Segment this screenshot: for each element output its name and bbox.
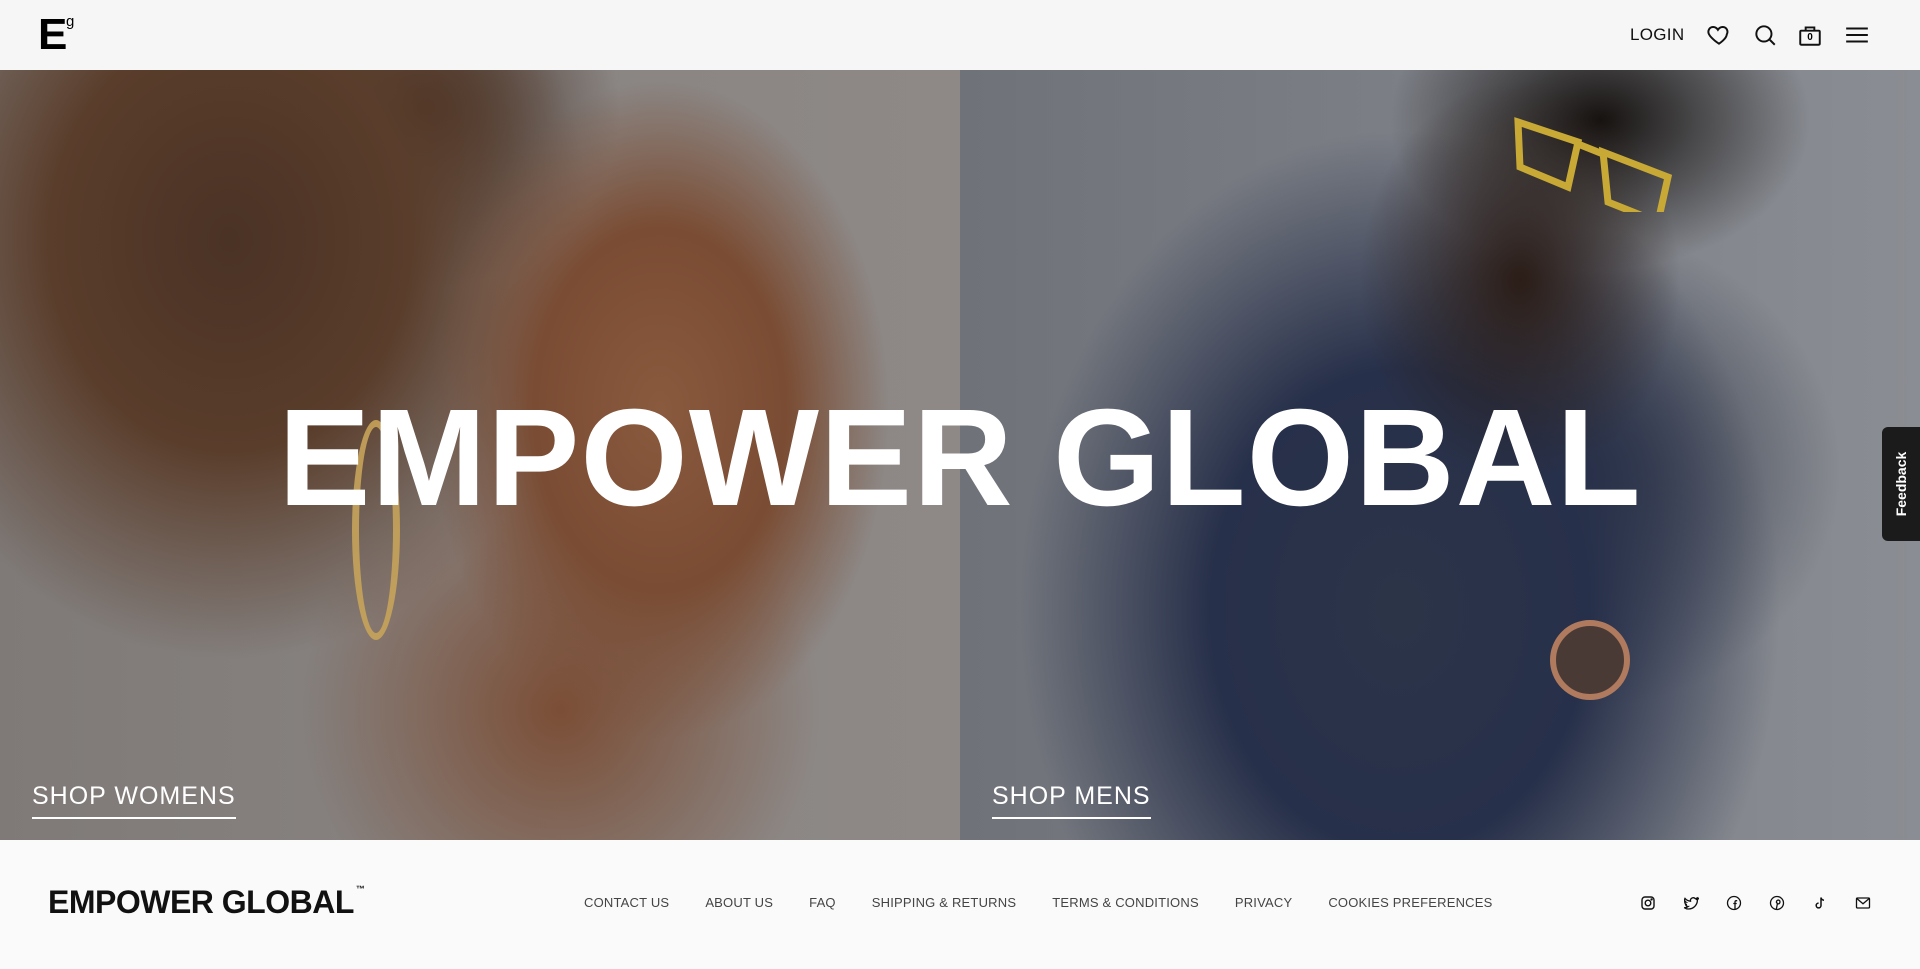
logo-letter: E bbox=[38, 10, 68, 59]
footer-brand-text: EMPOWER GLOBAL bbox=[48, 884, 354, 920]
glasses-shape bbox=[1514, 117, 1673, 212]
shop-mens-link[interactable]: SHOP MENS bbox=[992, 782, 1151, 819]
email-icon[interactable] bbox=[1855, 895, 1871, 911]
site-header: E g LOGIN 0 bbox=[0, 0, 1920, 70]
logo-small: g bbox=[66, 13, 75, 30]
twitter-icon[interactable] bbox=[1683, 895, 1699, 911]
search-icon[interactable] bbox=[1752, 22, 1778, 48]
bag-icon[interactable]: 0 bbox=[1797, 22, 1823, 48]
footer-link-contact-us[interactable]: CONTACT US bbox=[584, 895, 669, 910]
footer-link-privacy[interactable]: PRIVACY bbox=[1235, 895, 1293, 910]
footer-link-cookies-preferences[interactable]: COOKIES PREFERENCES bbox=[1328, 895, 1492, 910]
login-link[interactable]: LOGIN bbox=[1630, 25, 1684, 45]
watch-shape bbox=[1550, 620, 1630, 700]
pinterest-icon[interactable] bbox=[1769, 895, 1785, 911]
hero-banner: EMPOWER GLOBAL SHOP WOMENS SHOP MENS bbox=[0, 70, 1920, 840]
instagram-icon[interactable] bbox=[1640, 895, 1656, 911]
facebook-icon[interactable] bbox=[1726, 895, 1742, 911]
feedback-label: Feedback bbox=[1893, 451, 1909, 517]
footer-brand[interactable]: EMPOWER GLOBAL ™ bbox=[48, 884, 365, 921]
footer-link-shipping-returns[interactable]: SHIPPING & RETURNS bbox=[872, 895, 1016, 910]
cart-count: 0 bbox=[1807, 32, 1813, 43]
site-footer: EMPOWER GLOBAL ™ CONTACT US ABOUT US FAQ … bbox=[0, 840, 1920, 969]
heart-icon[interactable] bbox=[1706, 22, 1732, 48]
social-links bbox=[1640, 895, 1871, 911]
shop-womens-link[interactable]: SHOP WOMENS bbox=[32, 782, 236, 819]
footer-nav: CONTACT US ABOUT US FAQ SHIPPING & RETUR… bbox=[584, 895, 1493, 910]
trademark-mark: ™ bbox=[355, 884, 365, 894]
hero-title: EMPOWER GLOBAL bbox=[278, 381, 1642, 535]
feedback-tab[interactable]: Feedback bbox=[1882, 427, 1920, 541]
menu-icon[interactable] bbox=[1844, 22, 1870, 48]
footer-link-faq[interactable]: FAQ bbox=[809, 895, 836, 910]
footer-link-terms-conditions[interactable]: TERMS & CONDITIONS bbox=[1052, 895, 1199, 910]
tiktok-icon[interactable] bbox=[1812, 895, 1828, 911]
logo[interactable]: E g bbox=[38, 10, 88, 59]
footer-link-about-us[interactable]: ABOUT US bbox=[705, 895, 773, 910]
